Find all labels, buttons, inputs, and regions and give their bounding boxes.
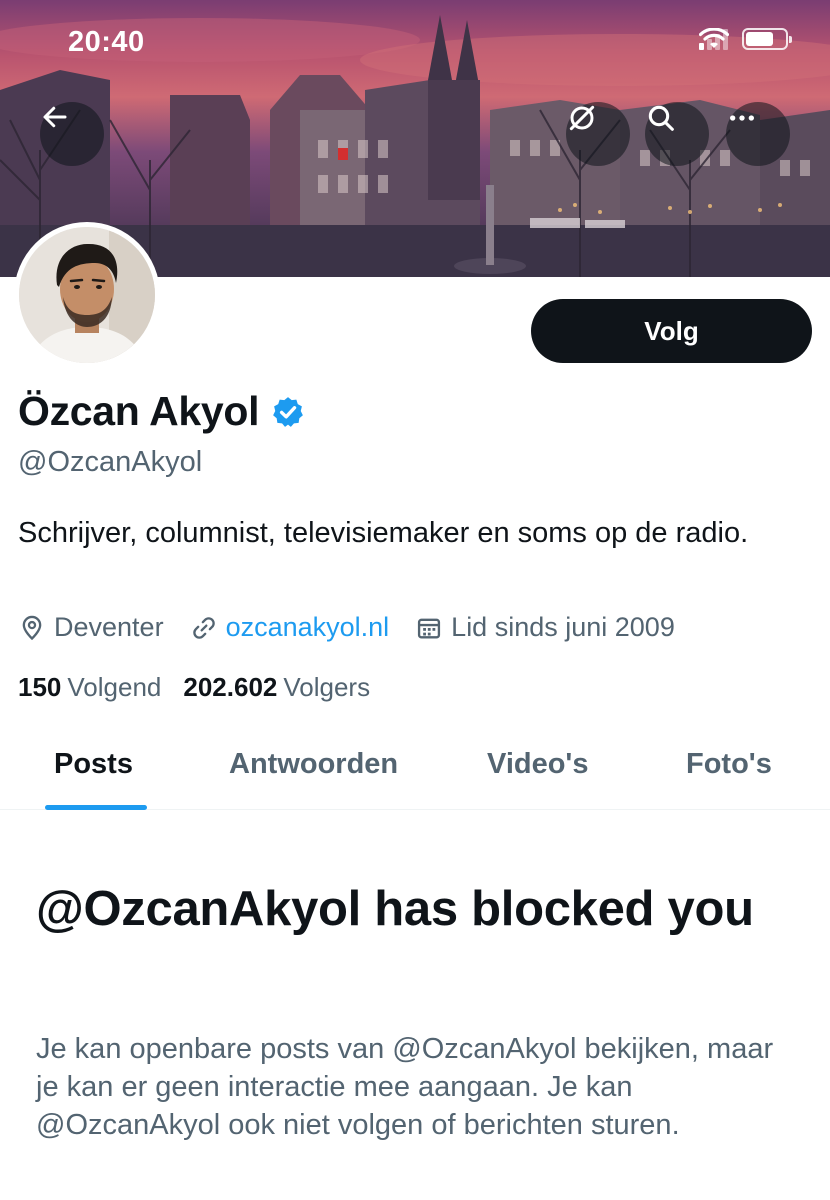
website-item[interactable]: ozcanakyol.nl: [190, 612, 390, 643]
follow-button[interactable]: Volg: [531, 299, 812, 363]
location-text: Deventer: [54, 612, 164, 642]
more-horizontal-icon: [730, 115, 754, 121]
profile-stats-row: 150 Volgend 202.602 Volgers: [18, 672, 392, 703]
arrow-left-icon: [43, 106, 67, 128]
status-bar-icons: [699, 28, 792, 50]
blocked-description: Je kan openbare posts van @OzcanAkyol be…: [36, 1033, 774, 1141]
profile-bio: Schrijver, columnist, televisiemaker en …: [18, 517, 749, 549]
display-name: Özcan Akyol: [18, 388, 260, 434]
grok-button[interactable]: [566, 102, 630, 166]
location-pin-icon: [22, 615, 42, 640]
search-button[interactable]: [645, 102, 709, 166]
tab-replies[interactable]: Antwoorden: [229, 748, 398, 781]
blocked-title: @OzcanAkyol has blocked you: [36, 882, 754, 936]
profile-handle: @OzcanAkyol: [18, 446, 203, 478]
tab-photos[interactable]: Foto's: [686, 748, 772, 781]
battery-icon: [742, 28, 792, 50]
joined-text: Lid sinds juni 2009: [451, 612, 675, 642]
profile-name-row: Özcan Akyol: [18, 388, 305, 435]
verified-badge-icon[interactable]: [271, 395, 305, 429]
profile-tabs: Posts Antwoorden Video's Foto's: [0, 728, 830, 810]
search-icon: [648, 105, 674, 131]
grok-circle-slash-icon: [569, 105, 595, 131]
followers-label: Volgers: [283, 672, 371, 702]
following-label: Volgend: [67, 672, 162, 702]
calendar-icon: [418, 618, 441, 638]
wifi-icon: [699, 28, 729, 48]
more-button[interactable]: [726, 102, 790, 166]
status-bar-time: 20:40: [68, 26, 145, 58]
joined-item: Lid sinds juni 2009: [415, 612, 675, 643]
profile-avatar[interactable]: [14, 222, 160, 368]
active-tab-indicator: [45, 805, 147, 810]
profile-meta-row: Deventer ozcanakyol.nl Lid sinds juni 20…: [18, 612, 701, 643]
link-icon: [192, 616, 215, 639]
website-link[interactable]: ozcanakyol.nl: [226, 612, 390, 643]
tab-videos[interactable]: Video's: [487, 748, 588, 781]
location-item: Deventer: [18, 612, 164, 643]
tab-posts[interactable]: Posts: [54, 748, 133, 781]
avatar-photo: [19, 227, 155, 363]
followers-count: 202.602: [183, 672, 278, 702]
followers-stat[interactable]: 202.602 Volgers: [183, 672, 370, 703]
following-stat[interactable]: 150 Volgend: [18, 672, 161, 703]
following-count: 150: [18, 672, 62, 702]
back-button[interactable]: [40, 102, 104, 166]
